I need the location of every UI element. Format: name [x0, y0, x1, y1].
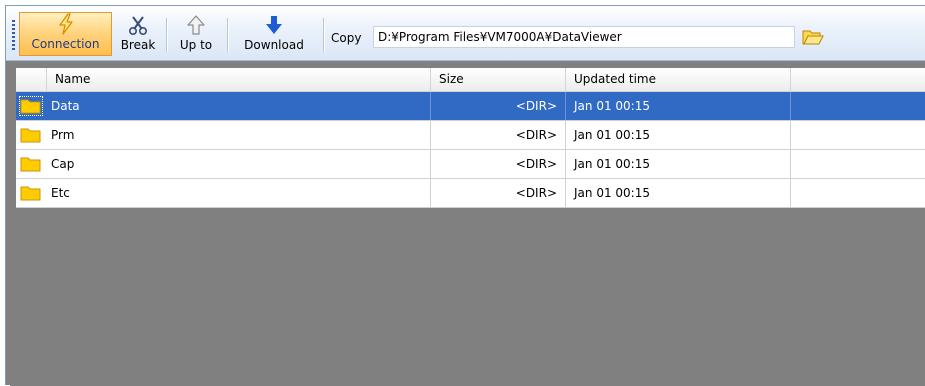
column-header-size[interactable]: Size [431, 68, 566, 91]
cell-blank [791, 92, 925, 120]
cell-blank [791, 179, 925, 207]
up-to-label: Up to [179, 38, 213, 52]
toolbar-separator [227, 18, 228, 52]
scissors-icon [126, 14, 150, 36]
app-window: Connection Break Up to Download Copy D:¥… [5, 5, 925, 386]
cell-size: <DIR> [431, 92, 566, 120]
row-gutter [16, 121, 47, 149]
empty-list-area[interactable] [10, 208, 925, 386]
file-list: Name Size Updated time Data <DIR> Jan 01… [16, 68, 925, 220]
cell-updated: Jan 01 00:15 [566, 92, 791, 120]
column-header-name[interactable]: Name [47, 68, 431, 91]
cell-name: Prm [47, 121, 431, 149]
column-header-updated[interactable]: Updated time [566, 68, 791, 91]
cell-size: <DIR> [431, 150, 566, 178]
up-to-button[interactable]: Up to [172, 12, 220, 56]
folder-open-icon[interactable] [802, 28, 824, 46]
toolbar-grip[interactable] [12, 20, 15, 50]
row-gutter [16, 92, 47, 120]
cell-updated: Jan 01 00:15 [566, 179, 791, 207]
folder-icon [20, 126, 42, 144]
connection-button[interactable]: Connection [19, 12, 112, 56]
table-row[interactable]: Data <DIR> Jan 01 00:15 [16, 92, 925, 121]
table-row[interactable]: Etc <DIR> Jan 01 00:15 [16, 179, 925, 208]
break-button[interactable]: Break [116, 12, 160, 56]
column-header-blank [791, 68, 925, 91]
row-gutter [16, 179, 47, 207]
download-button[interactable]: Download [232, 12, 316, 56]
folder-icon [19, 96, 43, 116]
download-label: Download [244, 38, 304, 52]
connection-label: Connection [31, 37, 100, 51]
cell-blank [791, 150, 925, 178]
cell-name: Etc [47, 179, 431, 207]
toolbar-separator [166, 18, 167, 52]
break-label: Break [120, 38, 156, 52]
arrow-up-icon [184, 14, 208, 36]
row-gutter [16, 150, 47, 178]
cell-blank [791, 121, 925, 149]
header-gutter [16, 68, 47, 91]
arrow-down-icon [262, 14, 286, 36]
copy-label: Copy [331, 31, 362, 45]
list-header: Name Size Updated time [16, 68, 925, 92]
toolbar-separator [323, 18, 324, 52]
table-row[interactable]: Prm <DIR> Jan 01 00:15 [16, 121, 925, 150]
lightning-icon [54, 13, 78, 35]
folder-icon [20, 184, 42, 202]
cell-name: Data [47, 92, 431, 120]
cell-size: <DIR> [431, 121, 566, 149]
toolbar: Connection Break Up to Download Copy D:¥… [6, 6, 925, 61]
table-row[interactable]: Cap <DIR> Jan 01 00:15 [16, 150, 925, 179]
cell-name: Cap [47, 150, 431, 178]
cell-updated: Jan 01 00:15 [566, 121, 791, 149]
cell-size: <DIR> [431, 179, 566, 207]
path-input[interactable] [373, 26, 795, 48]
cell-updated: Jan 01 00:15 [566, 150, 791, 178]
folder-icon [20, 155, 42, 173]
